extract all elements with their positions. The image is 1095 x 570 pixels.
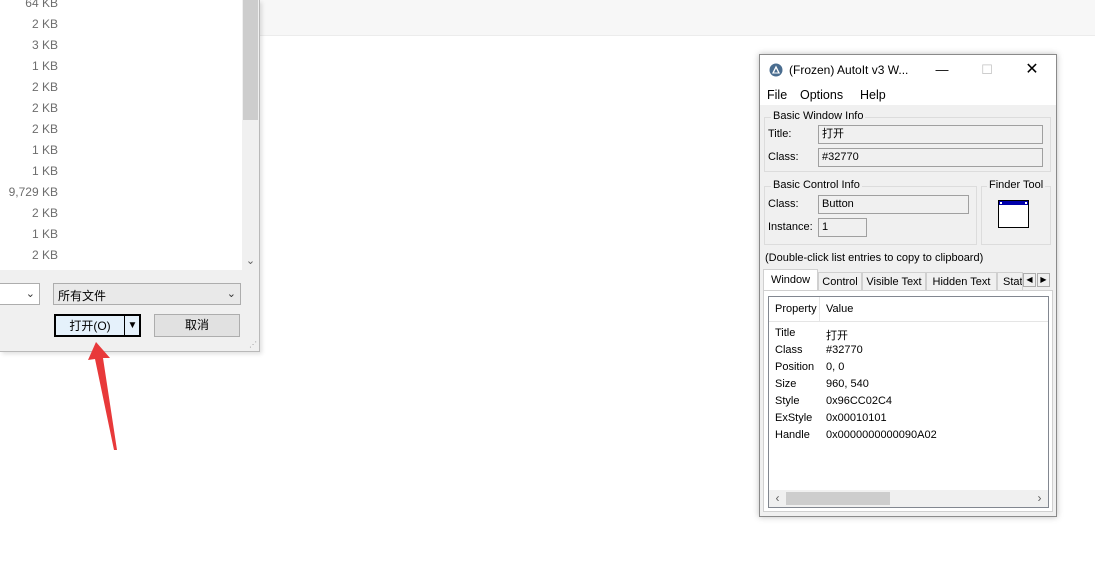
control-class-label: Class: xyxy=(768,198,799,210)
row-value: 0x96CC02C4 xyxy=(826,395,893,407)
file-size-cell: 1 KB xyxy=(31,59,58,73)
finder-titlebar-shape xyxy=(999,201,1028,205)
row-value: #32770 xyxy=(826,344,863,356)
scroll-down-arrow-icon[interactable]: ⌄ xyxy=(242,253,259,270)
file-size-cell: 2 KB xyxy=(31,101,58,115)
file-list-scrollbar[interactable]: ⌄ xyxy=(242,0,259,270)
open-split-button[interactable]: 打开(O) ▼ xyxy=(54,314,141,337)
tab-window[interactable]: Window xyxy=(763,269,818,291)
dropdown-triangle-icon[interactable]: ▼ xyxy=(126,316,139,336)
file-type-filter-value: 所有文件 xyxy=(58,289,107,303)
file-open-dialog: 64 KB 2 KB 3 KB 1 KB 2 KB 2 KB 2 KB 1 KB… xyxy=(0,0,260,352)
list-row[interactable]: Title 打开 xyxy=(769,325,1048,342)
cancel-button[interactable]: 取消 xyxy=(154,314,240,337)
list-row[interactable]: Size 960, 540 xyxy=(769,376,1048,393)
window-tab-panel: Property Value Title 打开 Class #32770 Pos… xyxy=(763,290,1053,512)
menu-file[interactable]: File xyxy=(767,88,787,102)
list-row[interactable]: Position 0, 0 xyxy=(769,359,1048,376)
menu-options[interactable]: Options xyxy=(800,88,843,102)
tab-visible-text[interactable]: Visible Text xyxy=(862,272,926,290)
maximize-icon[interactable]: ☐ xyxy=(972,59,1002,81)
window-class-field[interactable]: #32770 xyxy=(818,148,1043,167)
control-instance-label: Instance: xyxy=(768,221,813,233)
control-class-field[interactable]: Button xyxy=(818,195,969,214)
row-property: ExStyle xyxy=(775,412,813,424)
list-row[interactable]: Handle 0x0000000000090A02 xyxy=(769,427,1048,444)
property-list[interactable]: Property Value Title 打开 Class #32770 Pos… xyxy=(768,296,1049,508)
list-header: Property Value xyxy=(769,297,1048,322)
menubar: File Options Help xyxy=(760,85,1056,105)
scrollbar-thumb[interactable] xyxy=(786,492,890,505)
tab-scroll-left-icon[interactable]: ◀ xyxy=(1023,273,1036,287)
list-row[interactable]: ExStyle 0x00010101 xyxy=(769,410,1048,427)
window-title-field[interactable]: 打开 xyxy=(818,125,1043,144)
file-size-cell: 64 KB xyxy=(25,0,58,10)
file-type-filter-select[interactable]: 所有文件 ⌄ xyxy=(53,283,241,305)
list-horizontal-scrollbar[interactable]: ‹ › xyxy=(769,490,1048,507)
filename-combo[interactable]: ⌄ xyxy=(0,283,40,305)
file-size-cell: 2 KB xyxy=(31,248,58,262)
background-toolbar-band xyxy=(258,0,1095,36)
clipboard-hint: (Double-click list entries to copy to cl… xyxy=(765,252,984,264)
list-row[interactable]: Class #32770 xyxy=(769,342,1048,359)
file-size-cell: 2 KB xyxy=(31,80,58,94)
chevron-down-icon: ⌄ xyxy=(226,288,236,300)
row-property: Handle xyxy=(775,429,810,441)
tab-scroll-right-icon[interactable]: ▶ xyxy=(1037,273,1050,287)
file-size-cell: 1 KB xyxy=(31,164,58,178)
scroll-right-arrow-icon[interactable]: › xyxy=(1031,490,1048,507)
resize-grip-icon[interactable]: ⋰ xyxy=(249,340,257,349)
file-size-cell: 1 KB xyxy=(31,143,58,157)
finder-tool-icon[interactable] xyxy=(998,200,1029,228)
row-property: Title xyxy=(775,327,796,339)
window-class-label: Class: xyxy=(768,151,799,163)
basic-control-info-label: Basic Control Info xyxy=(771,179,862,191)
finder-dot xyxy=(1025,202,1027,204)
file-size-cell: 3 KB xyxy=(31,38,58,52)
file-list[interactable]: 64 KB 2 KB 3 KB 1 KB 2 KB 2 KB 2 KB 1 KB… xyxy=(0,0,242,270)
tab-hidden-text[interactable]: Hidden Text xyxy=(926,272,997,290)
row-value: 0, 0 xyxy=(826,361,845,373)
basic-window-info-label: Basic Window Info xyxy=(771,110,866,122)
minimize-icon[interactable]: — xyxy=(927,59,957,81)
autoit-app-icon xyxy=(769,63,783,77)
window-title: (Frozen) AutoIt v3 W... xyxy=(789,63,909,77)
close-icon[interactable]: ✕ xyxy=(1017,59,1047,81)
row-value: 960, 540 xyxy=(826,378,869,390)
file-size-cell: 9,729 KB xyxy=(8,185,58,199)
header-value[interactable]: Value xyxy=(826,303,853,315)
row-value: 0x00010101 xyxy=(826,412,887,424)
list-row[interactable]: Style 0x96CC02C4 xyxy=(769,393,1048,410)
split-separator xyxy=(124,316,125,335)
file-size-cell: 1 KB xyxy=(31,227,58,241)
autoit-window-info: (Frozen) AutoIt v3 W... — ☐ ✕ File Optio… xyxy=(759,54,1057,517)
scroll-left-arrow-icon[interactable]: ‹ xyxy=(769,490,786,507)
file-size-cell: 2 KB xyxy=(31,17,58,31)
menu-help[interactable]: Help xyxy=(860,88,886,102)
open-button-label: 打开(O) xyxy=(69,319,111,333)
finder-tool-label: Finder Tool xyxy=(987,179,1046,191)
autoit-titlebar[interactable]: (Frozen) AutoIt v3 W... — ☐ ✕ xyxy=(760,55,1056,85)
control-instance-field[interactable]: 1 xyxy=(818,218,867,237)
row-property: Size xyxy=(775,378,797,390)
scrollbar-thumb[interactable] xyxy=(243,0,258,120)
window-title-label: Title: xyxy=(768,128,792,140)
chevron-down-icon: ⌄ xyxy=(25,288,35,300)
row-property: Position xyxy=(775,361,815,373)
finder-dot xyxy=(1000,202,1002,204)
row-value: 打开 xyxy=(826,330,848,342)
header-separator xyxy=(819,297,820,321)
header-property[interactable]: Property xyxy=(775,303,817,315)
row-property: Style xyxy=(775,395,800,407)
file-size-cell: 2 KB xyxy=(31,206,58,220)
tab-statusbar[interactable]: Stat xyxy=(997,272,1023,290)
annotation-arrow-icon xyxy=(88,342,117,450)
row-value: 0x0000000000090A02 xyxy=(826,429,937,441)
file-size-cell: 2 KB xyxy=(31,122,58,136)
annotation-arrow-shape xyxy=(88,342,117,450)
row-property: Class xyxy=(775,344,803,356)
tab-control[interactable]: Control xyxy=(818,272,862,290)
